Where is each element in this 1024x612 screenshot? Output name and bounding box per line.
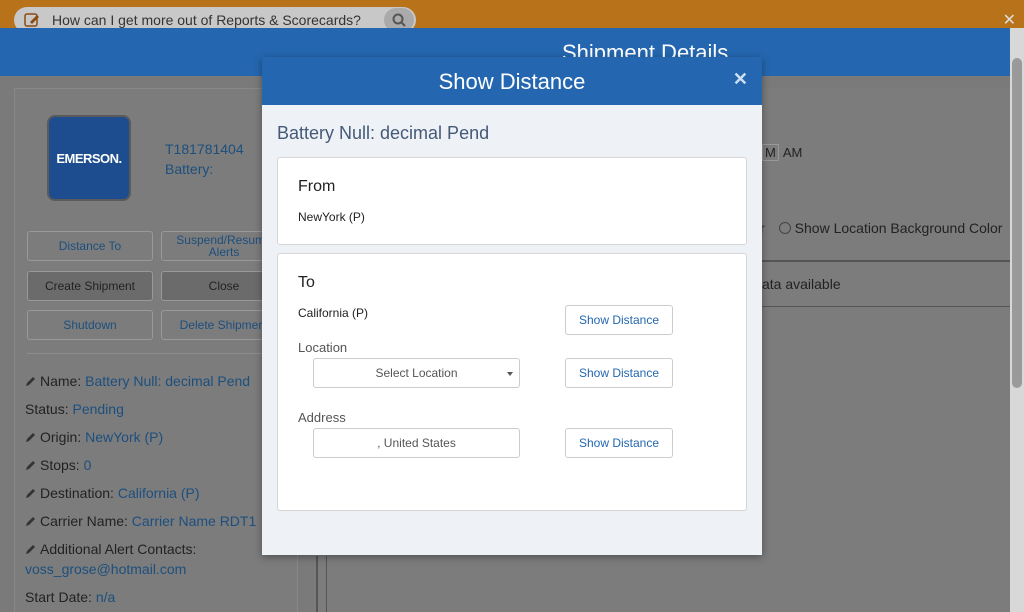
modal-close-icon[interactable]: ✕ — [733, 69, 748, 90]
location-label: Location — [298, 340, 348, 355]
time-display: M AM — [762, 144, 802, 161]
show-distance-modal: Show Distance ✕ Battery Null: decimal Pe… — [262, 57, 762, 555]
show-location-bg-label: Show Location Background Color — [794, 220, 1003, 236]
address-label: Address — [298, 410, 346, 425]
from-card: From NewYork (P) — [277, 157, 747, 245]
scrollbar-thumb[interactable] — [1012, 58, 1022, 388]
show-distance-button[interactable]: Show Distance — [565, 428, 673, 458]
location-select[interactable]: Select Location — [313, 358, 520, 388]
origin-value[interactable]: NewYork (P) — [85, 429, 163, 445]
pencil-icon[interactable] — [25, 515, 37, 527]
to-card: To California (P) Show Distance Location… — [277, 253, 747, 511]
location-options: r Show Location Background Color — [760, 220, 1002, 236]
shipment-fields: Name: Battery Null: decimal Pend Status:… — [25, 371, 295, 612]
name-field: Name: Battery Null: decimal Pend — [25, 371, 295, 399]
help-text: How can I get more out of Reports & Scor… — [52, 12, 361, 28]
carrier-value[interactable]: Carrier Name RDT1 — [132, 513, 256, 529]
to-value: California (P) — [298, 306, 369, 320]
modal-header: Show Distance ✕ — [262, 57, 762, 105]
pencil-icon[interactable] — [25, 487, 37, 499]
time-input[interactable]: M — [762, 144, 779, 161]
from-value: NewYork (P) — [298, 210, 365, 224]
show-distance-button[interactable]: Show Distance — [565, 358, 673, 388]
edit-icon — [24, 13, 39, 27]
start-date-value[interactable]: n/a — [96, 589, 115, 605]
divider — [316, 556, 318, 612]
contacts-field: Additional Alert Contacts: — [25, 539, 295, 559]
divider — [762, 260, 1010, 262]
status-value: Pending — [72, 401, 124, 417]
shipment-info-panel: EMERSON. T181781404 Battery: Distance To… — [14, 88, 298, 612]
origin-field: Origin: NewYork (P) — [25, 427, 295, 455]
no-data-text: ata available — [762, 276, 841, 292]
company-logo: EMERSON. — [47, 115, 131, 201]
search-icon — [392, 13, 406, 27]
pencil-icon[interactable] — [25, 375, 37, 387]
divider — [326, 556, 327, 612]
close-icon[interactable]: ✕ — [1003, 10, 1016, 30]
start-date-field: Start Date: n/a — [25, 589, 116, 605]
contacts-value-row: voss_grose@hotmail.com — [25, 559, 295, 587]
tracker-info: T181781404 Battery: — [165, 139, 244, 179]
create-shipment-button[interactable]: Create Shipment — [27, 271, 153, 301]
divider — [762, 306, 1010, 307]
to-heading: To — [298, 274, 315, 291]
status-field: Status: Pending — [25, 401, 124, 417]
divider — [27, 353, 287, 354]
from-heading: From — [298, 178, 336, 195]
pencil-icon[interactable] — [25, 543, 37, 555]
carrier-field: Carrier Name: Carrier Name RDT1 — [25, 511, 295, 539]
pencil-icon[interactable] — [25, 431, 37, 443]
am-label: AM — [782, 145, 803, 160]
show-distance-button[interactable]: Show Distance — [565, 305, 673, 335]
stops-field: Stops: 0 — [25, 455, 295, 483]
address-input[interactable]: , United States — [313, 428, 520, 458]
distance-to-button[interactable]: Distance To — [27, 231, 153, 261]
page-scrollbar[interactable] — [1010, 28, 1024, 612]
shutdown-button[interactable]: Shutdown — [27, 310, 153, 340]
tracker-id[interactable]: T181781404 — [165, 139, 244, 159]
name-value[interactable]: Battery Null: decimal Pend — [85, 373, 250, 389]
modal-title: Show Distance — [438, 69, 586, 94]
destination-value[interactable]: California (P) — [118, 485, 200, 501]
stops-value[interactable]: 0 — [84, 457, 92, 473]
show-location-bg-radio[interactable] — [778, 222, 791, 234]
contacts-value[interactable]: voss_grose@hotmail.com — [25, 561, 186, 577]
shipment-name: Battery Null: decimal Pend — [277, 123, 490, 143]
battery-label: Battery: — [165, 161, 214, 177]
pencil-icon[interactable] — [25, 459, 37, 471]
destination-field: Destination: California (P) — [25, 483, 295, 511]
chevron-down-icon — [507, 372, 513, 376]
